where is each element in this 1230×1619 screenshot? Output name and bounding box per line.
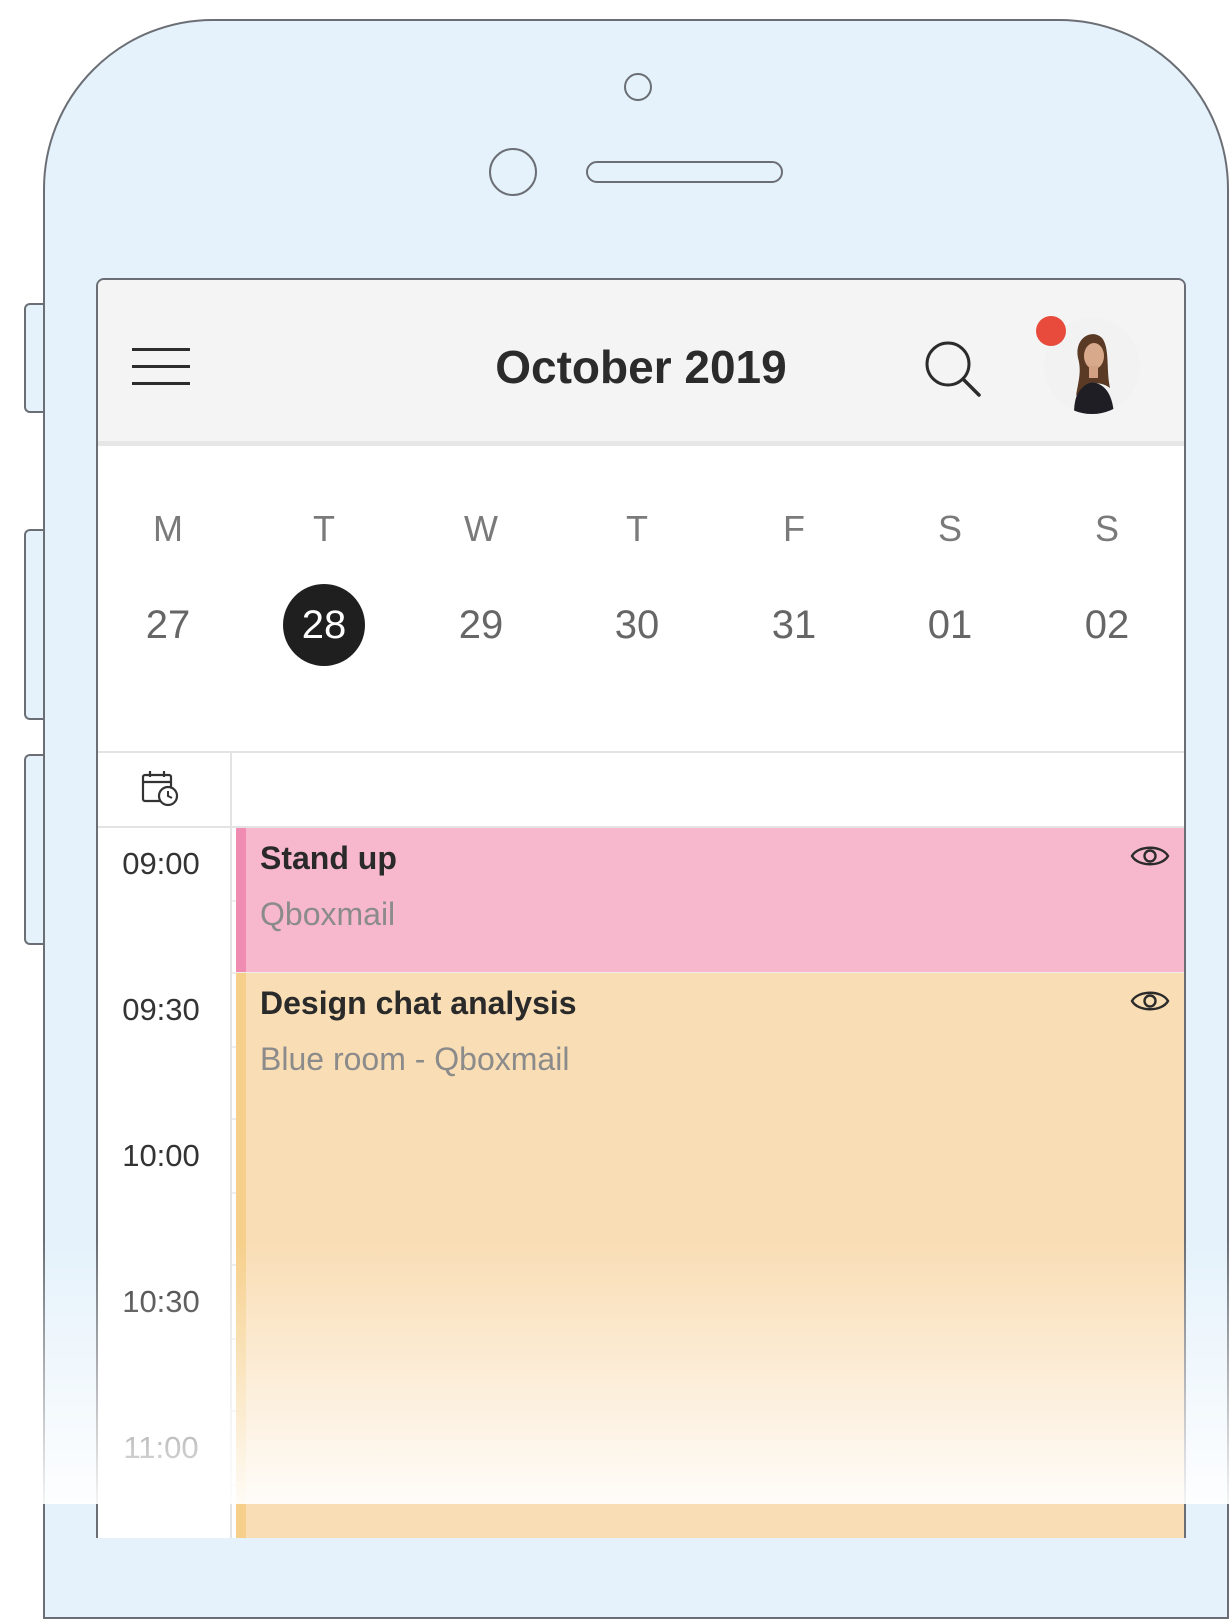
app-header: October 2019 xyxy=(98,280,1184,446)
day-number: 30 xyxy=(614,603,660,647)
day-number: 02 xyxy=(1084,603,1130,647)
day-letter: T xyxy=(313,508,335,549)
eye-icon[interactable] xyxy=(1130,985,1170,1017)
event-color-bar xyxy=(236,973,246,1538)
time-label: 10:00 xyxy=(122,1138,200,1173)
time-label: 09:30 xyxy=(122,992,200,1027)
day-letter: T xyxy=(626,508,648,549)
time-label: 09:00 xyxy=(122,846,200,881)
day-letter: S xyxy=(1094,508,1119,549)
phone-side-button-bottom xyxy=(24,754,44,945)
day-letter: S xyxy=(937,508,962,549)
day-letter: W xyxy=(464,508,498,549)
week-strip: M 27 T 28 W 29 T 30 F 31 S 01 S 02 xyxy=(98,446,1184,751)
time-label: 11:00 xyxy=(123,1430,199,1465)
event-title: Design chat analysis xyxy=(260,985,577,1021)
day-number: 27 xyxy=(145,603,191,647)
phone-side-button-middle xyxy=(24,529,44,720)
day-number-selected: 28 xyxy=(283,584,365,666)
day-number: 29 xyxy=(458,603,504,647)
app-screen: October 2019 M 27 T 28 W 29 T 30 F 31 S … xyxy=(96,278,1186,1538)
day-number: 01 xyxy=(927,603,973,647)
all-day-row xyxy=(98,752,1184,826)
event-title: Stand up xyxy=(260,840,397,876)
day-letter: F xyxy=(783,508,805,549)
calendar-clock-icon[interactable] xyxy=(140,768,180,808)
search-icon[interactable] xyxy=(922,338,984,400)
time-column-divider xyxy=(230,752,232,1538)
time-label: 10:30 xyxy=(122,1284,200,1319)
eye-icon[interactable] xyxy=(1130,840,1170,872)
phone-sensor xyxy=(624,73,652,101)
phone-camera xyxy=(489,148,537,196)
event-subtitle: Qboxmail xyxy=(260,896,396,932)
event-card[interactable]: Stand up Qboxmail xyxy=(236,828,1184,972)
notification-badge xyxy=(1036,316,1066,346)
day-number: 31 xyxy=(771,603,817,647)
day-letter: M xyxy=(153,508,183,549)
event-color-bar xyxy=(236,828,246,972)
event-subtitle: Blue room - Qboxmail xyxy=(260,1041,570,1077)
page-title: October 2019 xyxy=(495,341,787,393)
phone-side-button-top xyxy=(24,303,44,413)
phone-speaker xyxy=(586,161,783,183)
event-card[interactable]: Design chat analysis Blue room - Qboxmai… xyxy=(236,973,1184,1538)
